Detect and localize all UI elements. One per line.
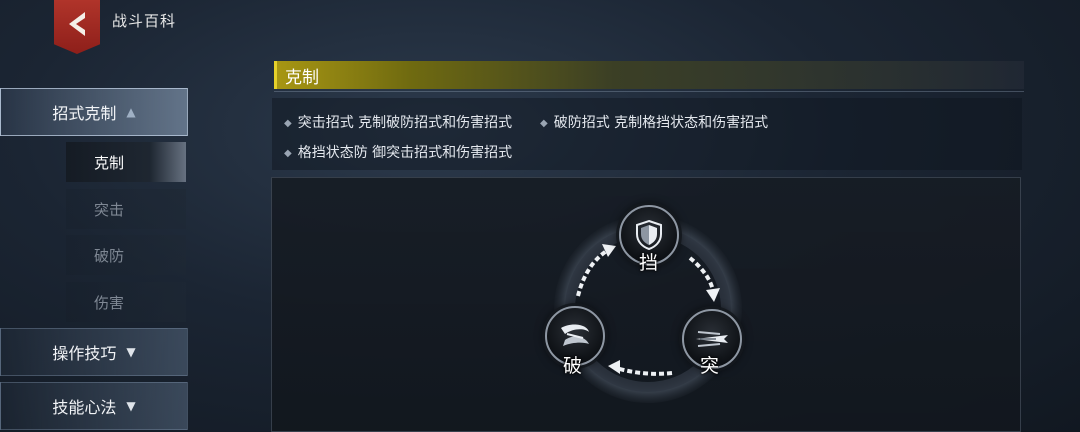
node-label-assault: 突 bbox=[700, 355, 720, 377]
diamond-bullet-icon: ◆ bbox=[284, 118, 292, 129]
subitem-label: 突击 bbox=[94, 200, 125, 219]
subitem-damage[interactable]: 伤害 bbox=[66, 282, 186, 322]
section-title: 克制 bbox=[285, 67, 319, 88]
divider bbox=[274, 91, 1024, 92]
chevron-down-icon: ▼ bbox=[126, 399, 136, 413]
category-controls[interactable]: 操作技巧 ▼ bbox=[0, 328, 188, 376]
page: 战斗百科 招式克制 ▲ 克制 突击 破防 伤害 操作技巧 ▼ 技能心法 ▼ 克制 bbox=[0, 0, 1080, 432]
chevron-up-icon: ▲ bbox=[126, 105, 136, 119]
category-label: 操作技巧 bbox=[52, 344, 117, 363]
node-label-guard: 挡 bbox=[639, 252, 659, 274]
section-header: 克制 bbox=[274, 61, 1024, 89]
category-label: 招式克制 bbox=[52, 104, 117, 123]
break-icon bbox=[561, 324, 589, 346]
category-move-counter[interactable]: 招式克制 ▲ bbox=[0, 88, 188, 136]
diamond-bullet-icon: ◆ bbox=[284, 148, 292, 159]
back-arrow-icon bbox=[69, 12, 85, 36]
shield-icon bbox=[636, 219, 662, 251]
category-skill-mind[interactable]: 技能心法 ▼ bbox=[0, 382, 188, 430]
counter-diagram-panel: 挡 突 破 bbox=[271, 177, 1021, 432]
back-button[interactable] bbox=[54, 0, 100, 54]
node-label-guard-break: 破 bbox=[563, 355, 583, 377]
subitem-guard-break[interactable]: 破防 bbox=[66, 235, 186, 275]
category-label: 技能心法 bbox=[52, 398, 117, 417]
subitem-label: 伤害 bbox=[94, 293, 125, 312]
rule-item: ◆ 突击招式 克制破防招式和伤害招式 bbox=[284, 115, 513, 131]
thrust-icon bbox=[696, 331, 728, 347]
rule-item: ◆ 破防招式 克制格挡状态和伤害招式 bbox=[540, 115, 769, 131]
diamond-bullet-icon: ◆ bbox=[540, 118, 548, 129]
chevron-down-icon: ▼ bbox=[126, 345, 136, 359]
subitem-label: 破防 bbox=[94, 246, 125, 265]
rules-box: ◆ 突击招式 克制破防招式和伤害招式 ◆ 破防招式 克制格挡状态和伤害招式 ◆ 格挡状… bbox=[272, 98, 1022, 170]
subitem-label: 克制 bbox=[94, 153, 125, 172]
rule-item: ◆ 格挡状态防 御突击招式和伤害招式 bbox=[284, 145, 513, 161]
screen-title: 战斗百科 bbox=[112, 12, 177, 30]
subitem-counter[interactable]: 克制 bbox=[66, 142, 186, 182]
subitem-assault[interactable]: 突击 bbox=[66, 189, 186, 229]
